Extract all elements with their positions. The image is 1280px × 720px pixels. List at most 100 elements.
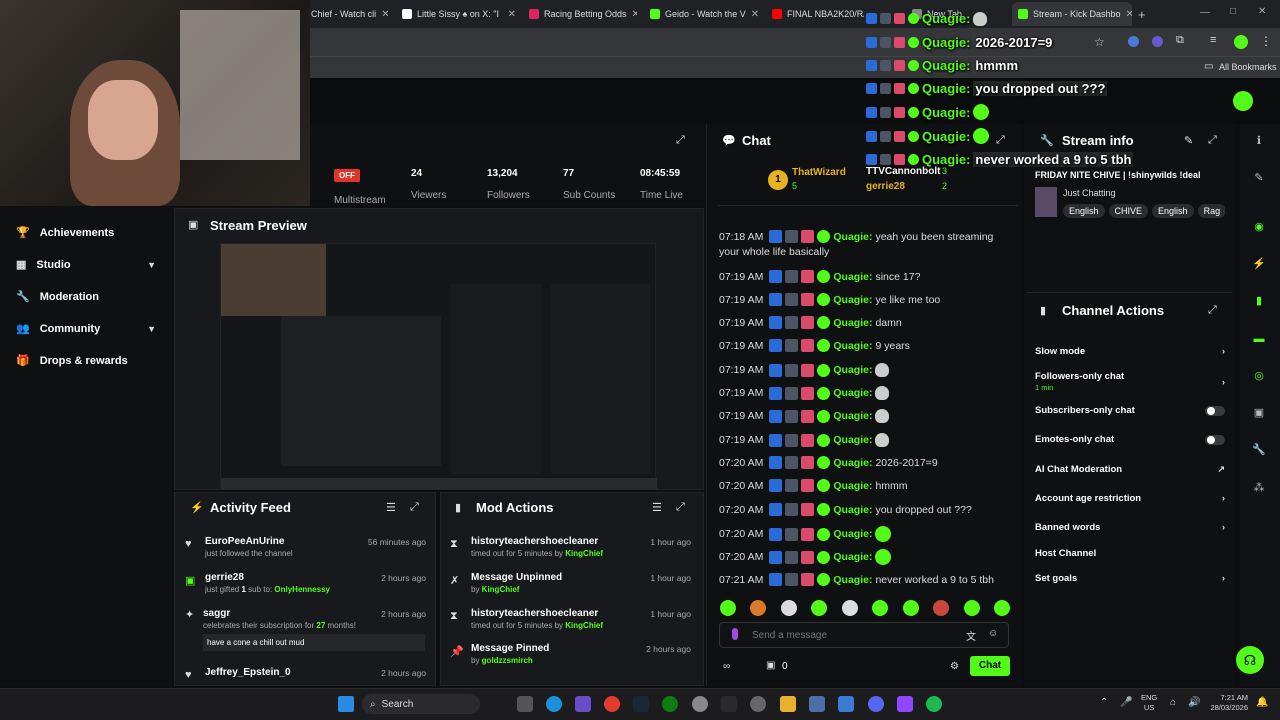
network-icon[interactable]: ⌂: [1170, 697, 1176, 708]
broadcast-icon[interactable]: ◎: [1252, 369, 1266, 383]
set-goals-action[interactable]: Set goals ›: [1035, 573, 1225, 584]
message-username[interactable]: Quagie:: [833, 364, 872, 376]
emote-icon[interactable]: [811, 600, 828, 616]
message-username[interactable]: Quagie:: [833, 231, 872, 243]
close-icon[interactable]: ✕: [751, 9, 758, 20]
message-username[interactable]: Quagie:: [833, 317, 872, 329]
emote-icon[interactable]: [780, 600, 797, 616]
mod-actor[interactable]: KingChief: [482, 585, 520, 594]
maximize-icon[interactable]: □: [1230, 6, 1236, 17]
user-avatar[interactable]: [1233, 91, 1253, 111]
message-username[interactable]: Quagie:: [833, 271, 872, 283]
expand-icon[interactable]: ⤢: [996, 134, 1005, 147]
puzzle-icon[interactable]: ⧉: [1176, 34, 1184, 47]
community-icon[interactable]: ⁂: [1252, 481, 1266, 495]
bolt-icon[interactable]: ⚡: [1252, 257, 1266, 271]
message-username[interactable]: Quagie:: [833, 528, 872, 540]
tab-x[interactable]: Little Sissy ♠ on X: "I ✕: [402, 4, 516, 24]
tab-geido[interactable]: Geido - Watch the V ✕: [650, 4, 758, 24]
gifter-name[interactable]: TTVCannonbolt: [866, 166, 940, 177]
app-icon[interactable]: [897, 696, 913, 712]
info-icon[interactable]: ℹ: [1252, 134, 1266, 148]
emote-icon[interactable]: [720, 600, 736, 616]
emotes-only-action[interactable]: Emotes-only chat: [1035, 434, 1225, 445]
expand-icon[interactable]: ⤢: [676, 134, 685, 147]
mod-actor[interactable]: goldzzsmirch: [482, 656, 533, 665]
gifter-name[interactable]: gerrie28: [866, 181, 905, 192]
sidebar-item-studio[interactable]: ▦ Studio ▼: [16, 258, 156, 272]
store-icon[interactable]: [809, 696, 825, 712]
chevron-up-icon[interactable]: ⌃: [1100, 697, 1108, 708]
infinity-icon[interactable]: ∞: [723, 661, 730, 672]
chat-input[interactable]: [752, 627, 942, 643]
message-username[interactable]: Quagie:: [833, 480, 872, 492]
language-indicator[interactable]: ENG US: [1141, 693, 1157, 713]
close-icon[interactable]: ✕: [632, 9, 637, 20]
file-explorer-icon[interactable]: [780, 696, 796, 712]
all-bookmarks-link[interactable]: All Bookmarks: [1219, 62, 1277, 72]
windows-start-icon[interactable]: [338, 696, 354, 712]
expand-icon[interactable]: ⤢: [676, 501, 685, 514]
subscribers-only-action[interactable]: Subscribers-only chat: [1035, 405, 1225, 416]
gift-recipient[interactable]: OnlyHennessy: [274, 585, 330, 594]
minimize-icon[interactable]: —: [1200, 7, 1210, 18]
message-username[interactable]: Quagie:: [833, 434, 872, 446]
microphone-icon[interactable]: [732, 628, 738, 640]
slow-mode-action[interactable]: Slow mode ›: [1035, 346, 1225, 357]
followers-only-action[interactable]: Followers-only chat 1 min ›: [1035, 371, 1225, 393]
camera-icon[interactable]: ◉: [1252, 220, 1266, 234]
chat-input-box[interactable]: 文 ☺: [719, 622, 1009, 648]
emotes-only-toggle[interactable]: [1205, 434, 1225, 445]
category-name[interactable]: Just Chatting: [1063, 188, 1116, 198]
tab-kick-dashboard[interactable]: Stream - Kick Dashbo ✕: [1012, 2, 1132, 26]
close-icon[interactable]: ✕: [1126, 9, 1132, 20]
new-tab-icon[interactable]: +: [1138, 7, 1146, 22]
app-icon[interactable]: [838, 696, 854, 712]
sidebar-item-achievements[interactable]: 🏆 Achievements: [16, 226, 156, 240]
message-username[interactable]: Quagie:: [833, 294, 872, 306]
host-channel-action[interactable]: Host Channel: [1035, 548, 1225, 559]
edge-icon[interactable]: [546, 696, 562, 712]
spotify-icon[interactable]: [926, 696, 942, 712]
stream-preview-video[interactable]: [220, 243, 657, 489]
tab-racing[interactable]: Racing Betting Odds ✕: [529, 4, 637, 24]
gift-icon[interactable]: ▣: [766, 660, 775, 671]
volume-icon[interactable]: 🔊: [1188, 697, 1200, 708]
app-icon[interactable]: [575, 696, 591, 712]
multistream-label[interactable]: Multistream: [334, 195, 386, 206]
subscribers-only-toggle[interactable]: [1205, 405, 1225, 416]
mod-actor[interactable]: KingChief: [565, 549, 603, 558]
emote-icon[interactable]: [993, 600, 1010, 616]
mod-actor[interactable]: KingChief: [565, 621, 603, 630]
pencil-icon[interactable]: ✎: [1252, 171, 1266, 185]
sidebar-item-community[interactable]: 👥 Community ▼: [16, 322, 156, 336]
chrome-icon[interactable]: [604, 696, 620, 712]
close-window-icon[interactable]: ✕: [1258, 6, 1266, 17]
tab-nba[interactable]: FINAL NBA2K20/RAC: [772, 4, 864, 24]
close-icon[interactable]: ✕: [508, 9, 516, 20]
sidebar-item-drops[interactable]: 🎁 Drops & rewards: [16, 354, 156, 368]
banned-words-action[interactable]: Banned words ›: [1035, 522, 1225, 533]
expand-icon[interactable]: [322, 140, 372, 154]
clipboard-icon[interactable]: ▮: [1252, 294, 1266, 308]
message-username[interactable]: Quagie:: [833, 340, 872, 352]
message-username[interactable]: Quagie:: [833, 387, 872, 399]
expand-icon[interactable]: ⤢: [1208, 134, 1217, 147]
message-username[interactable]: Quagie:: [833, 410, 872, 422]
xbox-icon[interactable]: [662, 696, 678, 712]
emote-icon[interactable]: [750, 600, 767, 616]
account-age-action[interactable]: Account age restriction ›: [1035, 493, 1225, 504]
clock[interactable]: 7:21 AM 28/03/2026: [1204, 693, 1248, 713]
steam-icon[interactable]: [633, 696, 649, 712]
media-icon[interactable]: ≡: [1210, 34, 1216, 46]
emote-icon[interactable]: [902, 600, 919, 616]
microphone-icon[interactable]: 🎤: [1120, 697, 1132, 708]
top-gifter-name[interactable]: ThatWizard: [792, 167, 846, 178]
epic-games-icon[interactable]: [721, 696, 737, 712]
ai-moderation-action[interactable]: AI Chat Moderation ↗: [1035, 464, 1225, 475]
pencil-icon[interactable]: ✎: [1184, 134, 1193, 147]
emote-icon[interactable]: [963, 600, 980, 616]
extension-icon[interactable]: [1128, 36, 1139, 47]
message-username[interactable]: Quagie:: [833, 574, 872, 586]
notification-icon[interactable]: 🔔: [1256, 697, 1268, 708]
